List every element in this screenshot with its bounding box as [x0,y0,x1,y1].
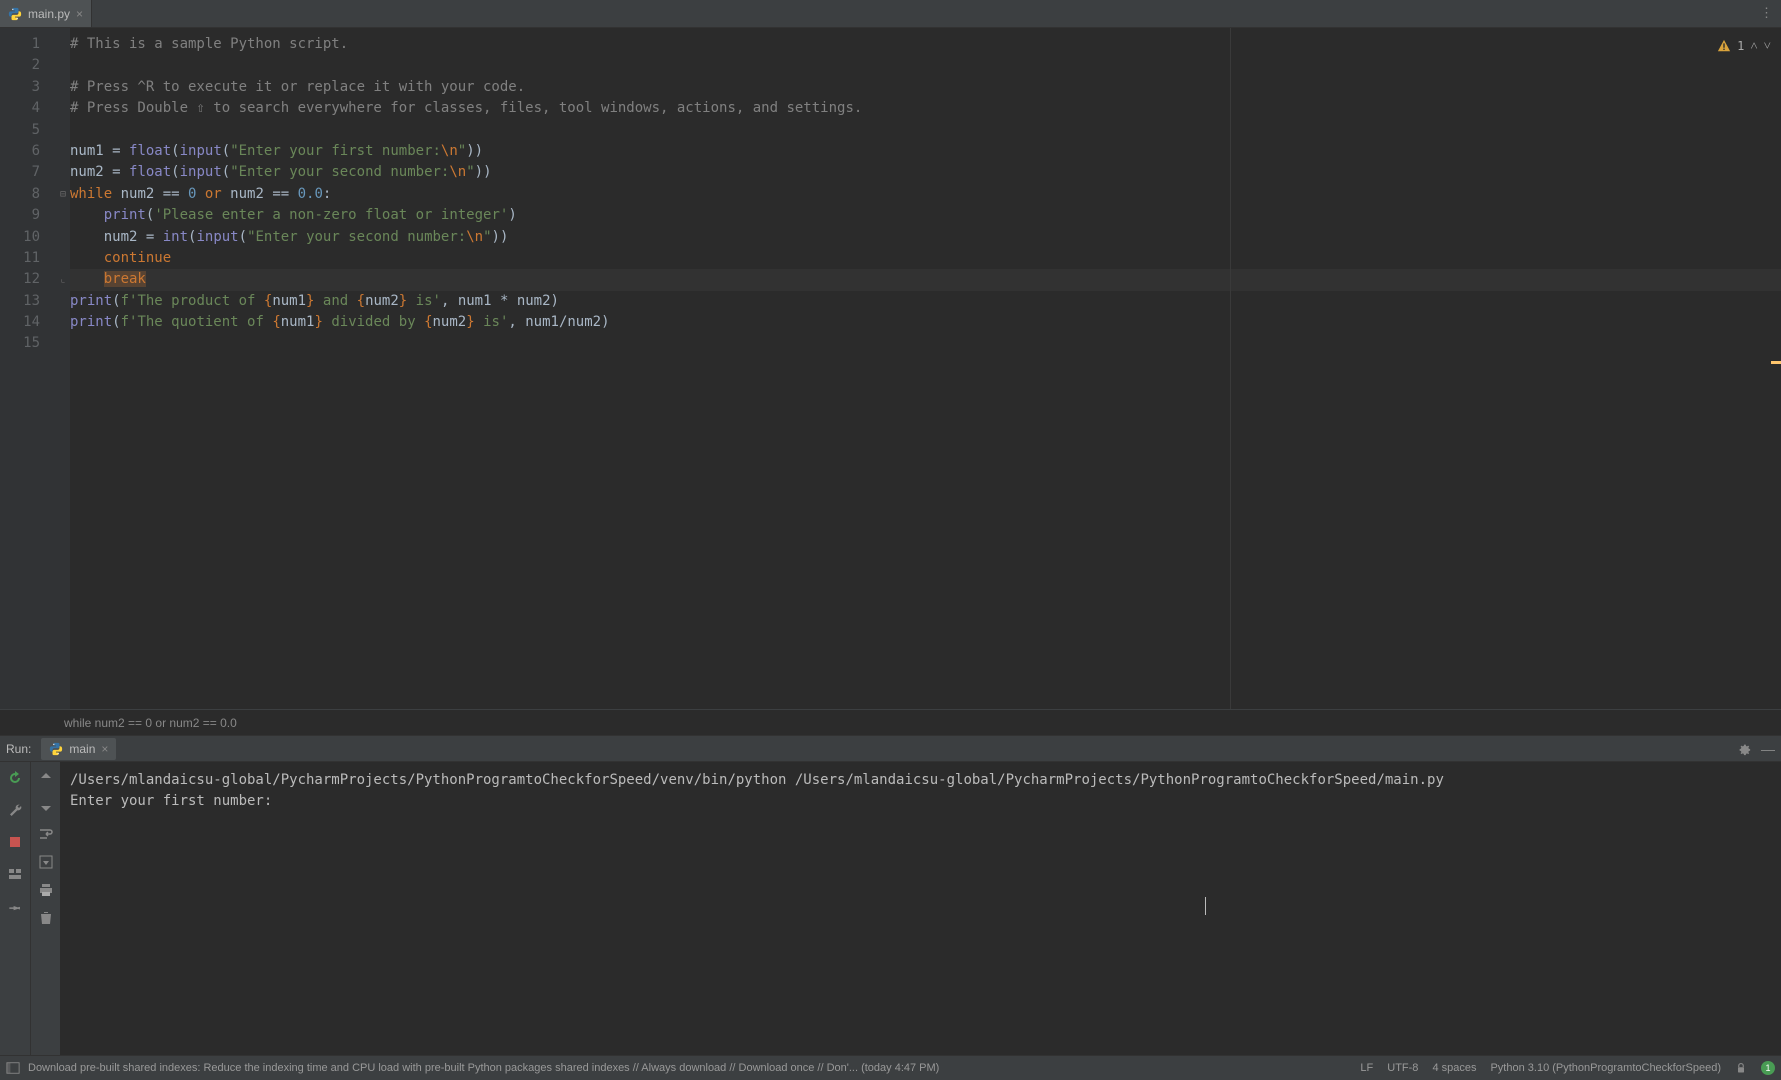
console-line: Enter your first number: [70,791,1771,812]
scroll-to-end-icon[interactable] [38,854,54,870]
up-arrow-icon[interactable] [38,770,54,786]
file-encoding[interactable]: UTF-8 [1387,1062,1418,1074]
run-tab-label: main [69,742,95,756]
rerun-icon[interactable] [7,770,23,786]
pin-icon[interactable] [7,898,23,914]
down-arrow-icon[interactable] [38,798,54,814]
warning-icon [1717,39,1731,53]
line-number: 7 [0,162,50,183]
line-number-gutter: 1 2 3 4 5 6 7 8 9 10 11 12 13 14 15 [0,28,56,709]
line-number: 15 [0,333,50,354]
run-left-toolbar [0,762,30,1055]
inspections-widget[interactable]: 1 ˄ ˅ [1717,38,1771,54]
minimize-icon[interactable]: — [1761,741,1775,757]
run-tab-main[interactable]: main × [41,738,116,760]
python-file-icon [8,7,22,21]
tool-windows-icon[interactable] [6,1061,20,1075]
status-message[interactable]: Download pre-built shared indexes: Reduc… [28,1062,939,1074]
run-mid-toolbar [30,762,60,1055]
run-tab-close-icon[interactable]: × [101,742,108,756]
warning-count: 1 [1737,39,1744,53]
line-number: 9 [0,205,50,226]
next-problem-icon[interactable]: ˅ [1764,38,1771,54]
line-number: 13 [0,291,50,312]
console-line: /Users/mlandaicsu-global/PycharmProjects… [70,770,1771,791]
run-tool-body: /Users/mlandaicsu-global/PycharmProjects… [0,762,1781,1055]
line-number: 8 [0,184,50,205]
editor-tab-bar: main.py × ⋮ [0,0,1781,28]
soft-wrap-icon[interactable] [38,826,54,842]
tab-main-py[interactable]: main.py × [0,0,92,27]
line-number: 1 [0,34,50,55]
lock-icon[interactable] [1735,1062,1747,1074]
code-text-area[interactable]: # This is a sample Python script. # Pres… [70,28,1781,709]
editor-area: 1 ˄ ˅ 1 2 3 4 5 6 7 8 9 10 11 12 13 14 1… [0,28,1781,735]
python-interpreter[interactable]: Python 3.10 (PythonProgramtoCheckforSpee… [1490,1062,1721,1074]
line-number: 6 [0,141,50,162]
console-output[interactable]: /Users/mlandaicsu-global/PycharmProjects… [60,762,1781,1055]
run-title: Run: [6,742,31,756]
right-margin-guide [1230,28,1231,709]
line-separator[interactable]: LF [1360,1062,1373,1074]
wrench-icon[interactable] [7,802,23,818]
breadcrumb[interactable]: while num2 == 0 or num2 == 0.0 [0,709,1781,735]
indent-setting[interactable]: 4 spaces [1432,1062,1476,1074]
text-caret [1205,897,1206,915]
line-number: 3 [0,77,50,98]
python-file-icon [49,742,63,756]
trash-icon[interactable] [38,910,54,926]
tab-close-icon[interactable]: × [76,7,83,21]
line-number: 12 [0,269,50,290]
fold-end-icon[interactable]: ⌞ [56,269,70,290]
line-number: 2 [0,55,50,76]
layout-icon[interactable] [7,866,23,882]
code-editor[interactable]: 1 2 3 4 5 6 7 8 9 10 11 12 13 14 15 ⊟ ⌞ … [0,28,1781,709]
stop-icon[interactable] [7,834,23,850]
tab-label: main.py [28,7,70,21]
line-number: 14 [0,312,50,333]
breadcrumb-item[interactable]: while num2 == 0 or num2 == 0.0 [64,716,237,730]
line-number: 4 [0,98,50,119]
prev-problem-icon[interactable]: ˄ [1750,38,1757,54]
line-number: 5 [0,120,50,141]
print-icon[interactable] [38,882,54,898]
tab-overflow-menu[interactable]: ⋮ [1752,0,1781,27]
line-number: 11 [0,248,50,269]
gear-icon[interactable] [1737,742,1751,756]
status-indicator[interactable]: 1 [1761,1061,1775,1075]
fold-gutter: ⊟ ⌞ [56,28,70,709]
line-number: 10 [0,227,50,248]
status-bar: Download pre-built shared indexes: Reduc… [0,1055,1781,1080]
fold-handle-icon[interactable]: ⊟ [56,184,70,205]
run-tool-header: Run: main × — [0,735,1781,762]
